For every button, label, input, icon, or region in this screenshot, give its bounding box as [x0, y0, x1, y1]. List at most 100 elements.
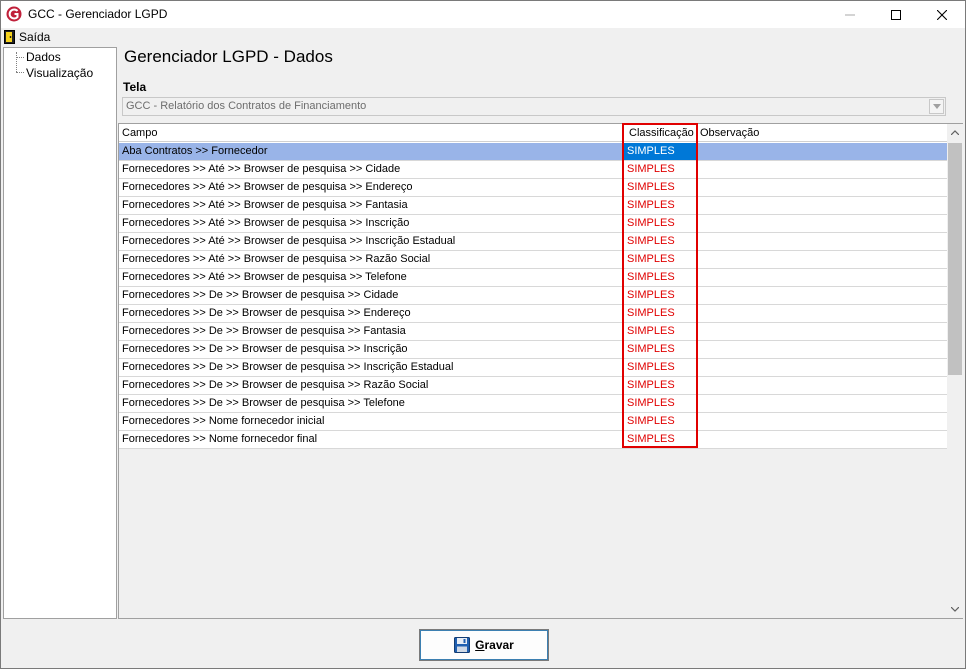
exit-door-icon [4, 30, 15, 44]
cell-classificacao[interactable]: SIMPLES [624, 179, 697, 196]
cell-classificacao[interactable]: SIMPLES [624, 395, 697, 412]
scroll-thumb[interactable] [948, 143, 962, 375]
cell-campo[interactable]: Fornecedores >> De >> Browser de pesquis… [119, 323, 624, 340]
cell-classificacao[interactable]: SIMPLES [624, 377, 697, 394]
vertical-scrollbar[interactable] [947, 124, 963, 618]
cell-observacao[interactable] [697, 431, 947, 448]
table-row[interactable]: Fornecedores >> Nome fornecedor final SIM… [119, 431, 947, 449]
minimize-icon [845, 14, 855, 15]
app-window: GCC - Gerenciador LGPD Saída Dados Visua… [0, 0, 966, 669]
cell-classificacao[interactable]: SIMPLES [624, 431, 697, 448]
app-logo-icon [6, 6, 22, 22]
cell-campo[interactable]: Fornecedores >> Até >> Browser de pesqui… [119, 269, 624, 286]
cell-observacao[interactable] [697, 269, 947, 286]
cell-campo[interactable]: Fornecedores >> De >> Browser de pesquis… [119, 395, 624, 412]
table-row[interactable]: Fornecedores >> De >> Browser de pesquis… [119, 377, 947, 395]
cell-observacao[interactable] [697, 359, 947, 376]
scroll-down-button[interactable] [947, 601, 963, 618]
cell-campo[interactable]: Fornecedores >> De >> Browser de pesquis… [119, 287, 624, 304]
table-row[interactable]: Fornecedores >> Até >> Browser de pesqui… [119, 161, 947, 179]
cell-campo[interactable]: Fornecedores >> Até >> Browser de pesqui… [119, 215, 624, 232]
exit-menu-item[interactable]: Saída [4, 29, 50, 45]
cell-campo[interactable]: Fornecedores >> Nome fornecedor final [119, 431, 624, 448]
cell-classificacao[interactable]: SIMPLES [624, 359, 697, 376]
chevron-down-icon [932, 104, 941, 109]
cell-campo[interactable]: Fornecedores >> De >> Browser de pesquis… [119, 359, 624, 376]
column-header-campo[interactable]: Campo [119, 124, 624, 142]
cell-classificacao[interactable]: SIMPLES [624, 413, 697, 430]
exit-menu-label: Saída [19, 30, 51, 44]
table-row[interactable]: Fornecedores >> De >> Browser de pesquis… [119, 323, 947, 341]
cell-campo[interactable]: Fornecedores >> Até >> Browser de pesqui… [119, 179, 624, 196]
save-button-label: Gravar [475, 638, 514, 652]
page-title: Gerenciador LGPD - Dados [124, 47, 333, 66]
tree-connector [16, 52, 17, 72]
cell-observacao[interactable] [697, 341, 947, 358]
table-row[interactable]: Fornecedores >> Até >> Browser de pesqui… [119, 197, 947, 215]
cell-observacao[interactable] [697, 161, 947, 178]
cell-campo[interactable]: Fornecedores >> De >> Browser de pesquis… [119, 377, 624, 394]
cell-classificacao[interactable]: SIMPLES [624, 233, 697, 250]
cell-observacao[interactable] [697, 251, 947, 268]
cell-observacao[interactable] [697, 215, 947, 232]
cell-classificacao[interactable]: SIMPLES [624, 287, 697, 304]
save-button[interactable]: Gravar [419, 629, 549, 661]
cell-observacao[interactable] [697, 305, 947, 322]
cell-observacao[interactable] [697, 413, 947, 430]
table-row[interactable]: Fornecedores >> De >> Browser de pesquis… [119, 287, 947, 305]
column-header-observacao[interactable]: Observação [697, 124, 947, 142]
cell-observacao[interactable] [697, 395, 947, 412]
tree-item-dados[interactable]: Dados [26, 49, 61, 65]
cell-observacao[interactable] [697, 377, 947, 394]
table-row[interactable]: Fornecedores >> De >> Browser de pesquis… [119, 305, 947, 323]
cell-campo[interactable]: Fornecedores >> Até >> Browser de pesqui… [119, 233, 624, 250]
table-row[interactable]: Fornecedores >> Até >> Browser de pesqui… [119, 215, 947, 233]
cell-campo[interactable]: Aba Contratos >> Fornecedor [119, 143, 624, 160]
cell-classificacao[interactable]: SIMPLES [624, 269, 697, 286]
grid-header: Campo Classificação Observação [119, 124, 947, 142]
table-row[interactable]: Fornecedores >> Até >> Browser de pesqui… [119, 233, 947, 251]
cell-classificacao[interactable]: SIMPLES [624, 251, 697, 268]
cell-classificacao[interactable]: SIMPLES [624, 197, 697, 214]
cell-observacao[interactable] [697, 323, 947, 340]
scroll-up-button[interactable] [947, 124, 963, 141]
table-row[interactable]: Fornecedores >> Nome fornecedor inicial S… [119, 413, 947, 431]
cell-observacao[interactable] [697, 197, 947, 214]
table-row[interactable]: Fornecedores >> De >> Browser de pesquis… [119, 395, 947, 413]
cell-campo[interactable]: Fornecedores >> De >> Browser de pesquis… [119, 341, 624, 358]
cell-campo[interactable]: Fornecedores >> De >> Browser de pesquis… [119, 305, 624, 322]
cell-classificacao[interactable]: SIMPLES [624, 305, 697, 322]
table-row[interactable]: Fornecedores >> Até >> Browser de pesqui… [119, 251, 947, 269]
table-row[interactable]: Aba Contratos >> Fornecedor SIMPLES [119, 143, 947, 161]
table-row[interactable]: Fornecedores >> De >> Browser de pesquis… [119, 341, 947, 359]
cell-campo[interactable]: Fornecedores >> Nome fornecedor inicial [119, 413, 624, 430]
table-row[interactable]: Fornecedores >> Até >> Browser de pesqui… [119, 269, 947, 287]
table-row[interactable]: Fornecedores >> De >> Browser de pesquis… [119, 359, 947, 377]
cell-campo[interactable]: Fornecedores >> Até >> Browser de pesqui… [119, 197, 624, 214]
cell-observacao[interactable] [697, 287, 947, 304]
maximize-button[interactable] [873, 1, 919, 28]
column-header-classificacao[interactable]: Classificação [624, 124, 697, 142]
cell-campo[interactable]: Fornecedores >> Até >> Browser de pesqui… [119, 161, 624, 178]
tela-dropdown-button[interactable] [929, 99, 944, 114]
tree-connector [16, 57, 24, 58]
cell-classificacao[interactable]: SIMPLES [624, 215, 697, 232]
cell-observacao[interactable] [697, 179, 947, 196]
navigation-tree: Dados Visualização [3, 47, 117, 619]
cell-campo[interactable]: Fornecedores >> Até >> Browser de pesqui… [119, 251, 624, 268]
title-bar[interactable]: GCC - Gerenciador LGPD [1, 1, 965, 28]
tela-select[interactable]: GCC - Relatório dos Contratos de Financi… [122, 97, 946, 116]
table-row[interactable]: Fornecedores >> Até >> Browser de pesqui… [119, 179, 947, 197]
cell-observacao[interactable] [697, 233, 947, 250]
cell-classificacao[interactable]: SIMPLES [624, 143, 697, 160]
minimize-button[interactable] [827, 1, 873, 28]
close-icon [937, 9, 947, 20]
tree-item-visualizacao[interactable]: Visualização [26, 65, 93, 81]
cell-classificacao[interactable]: SIMPLES [624, 161, 697, 178]
chevron-up-icon [951, 130, 959, 135]
cell-classificacao[interactable]: SIMPLES [624, 341, 697, 358]
cell-classificacao[interactable]: SIMPLES [624, 323, 697, 340]
cell-observacao[interactable] [697, 143, 947, 160]
tela-select-value: GCC - Relatório dos Contratos de Financi… [126, 100, 367, 112]
close-button[interactable] [919, 1, 965, 28]
